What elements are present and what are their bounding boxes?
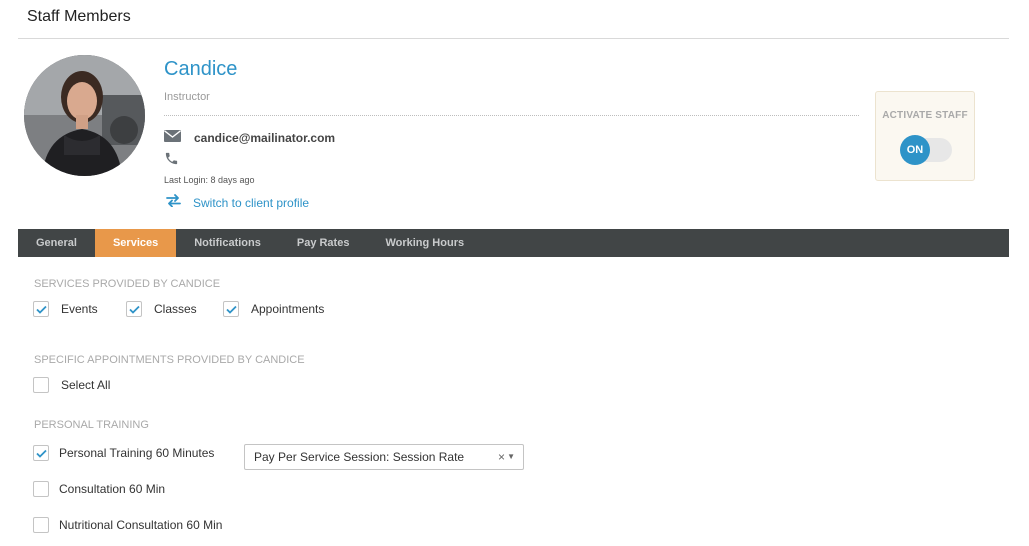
pay-rate-select[interactable]: Pay Per Service Session: Session Rate × … [244, 444, 524, 470]
checkmark-icon [128, 305, 140, 314]
service-appointments: Appointments [223, 301, 324, 317]
tab-general[interactable]: General [18, 229, 95, 257]
staff-name: Candice [164, 58, 238, 80]
avatar [24, 55, 145, 176]
switch-to-client-profile-label: Switch to client profile [193, 196, 310, 210]
swap-arrows-icon [166, 194, 181, 212]
select-all-label: Select All [61, 378, 111, 392]
consultation-60-checkbox[interactable] [33, 481, 49, 497]
appointments-checkbox[interactable] [223, 301, 239, 317]
specific-appointments-heading: SPECIFIC APPOINTMENTS PROVIDED BY CANDIC… [34, 354, 305, 366]
services-heading: SERVICES PROVIDED BY CANDICE [34, 278, 221, 290]
classes-label: Classes [154, 302, 197, 316]
tab-services[interactable]: Services [94, 229, 177, 257]
select-all: Select All [33, 377, 110, 393]
clear-icon[interactable]: × [498, 450, 505, 464]
personal-training-60-checkbox[interactable] [33, 445, 49, 461]
appointments-label: Appointments [251, 302, 325, 316]
envelope-icon [164, 129, 181, 147]
checkmark-icon [35, 449, 47, 458]
nutritional-consultation-60-checkbox[interactable] [33, 517, 49, 533]
events-checkbox[interactable] [33, 301, 49, 317]
staff-role: Instructor [164, 91, 210, 103]
service-classes: Classes [126, 301, 197, 317]
activate-staff-panel: ACTIVATE STAFF ON [875, 91, 975, 181]
appointment-nutritional-consultation-60: Nutritional Consultation 60 Min [33, 517, 222, 533]
nutritional-consultation-60-label: Nutritional Consultation 60 Min [59, 518, 223, 532]
phone-row [164, 151, 179, 171]
last-login: Last Login: 8 days ago [164, 175, 255, 185]
page-header: Staff Members [18, 0, 1009, 39]
activate-staff-toggle[interactable]: ON [900, 135, 952, 165]
tab-working-hours[interactable]: Working Hours [367, 229, 482, 257]
email-address[interactable]: candice@mailinator.com [194, 131, 335, 145]
personal-training-heading: PERSONAL TRAINING [34, 419, 149, 431]
activate-staff-label: ACTIVATE STAFF [882, 110, 968, 121]
tab-notifications[interactable]: Notifications [176, 229, 279, 257]
divider [164, 115, 859, 116]
toggle-knob: ON [900, 135, 930, 165]
email-row: candice@mailinator.com [164, 129, 335, 147]
page-title: Staff Members [27, 8, 131, 25]
consultation-60-label: Consultation 60 Min [59, 482, 166, 496]
tab-bar: General Services Notifications Pay Rates… [18, 229, 1009, 257]
chevron-down-icon[interactable]: ▼ [507, 452, 515, 461]
events-label: Events [61, 302, 98, 316]
checkmark-icon [35, 305, 47, 314]
appointment-personal-training-60: Personal Training 60 Minutes [33, 445, 214, 461]
tab-pay-rates[interactable]: Pay Rates [279, 229, 368, 257]
classes-checkbox[interactable] [126, 301, 142, 317]
pay-rate-select-value: Pay Per Service Session: Session Rate [254, 450, 465, 464]
appointment-consultation-60: Consultation 60 Min [33, 481, 165, 497]
service-events: Events [33, 301, 98, 317]
phone-icon [164, 151, 179, 171]
switch-to-client-profile-link[interactable]: Switch to client profile [166, 194, 309, 212]
checkmark-icon [225, 305, 237, 314]
personal-training-60-label: Personal Training 60 Minutes [59, 446, 215, 460]
select-all-checkbox[interactable] [33, 377, 49, 393]
